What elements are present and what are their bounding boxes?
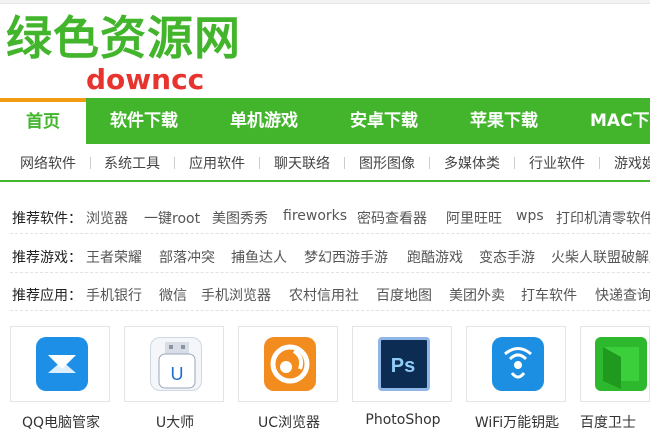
subnav-divider	[599, 157, 600, 169]
rec-link[interactable]: 一键root	[144, 208, 200, 228]
subnav-divider	[259, 157, 260, 169]
logo-title: 绿色资源网	[6, 11, 241, 65]
u-master-usb-icon: U	[150, 337, 202, 391]
site-logo[interactable]: 绿色资源网 downcc	[6, 10, 266, 98]
rec-link[interactable]: 浏览器	[86, 208, 128, 228]
app-name[interactable]: 百度卫士	[558, 412, 650, 432]
subnav-system-tools[interactable]: 系统工具	[104, 153, 160, 173]
baidu-guard-icon	[595, 337, 647, 391]
app-thumbnail[interactable]	[10, 326, 110, 402]
app-card-uc-browser[interactable]: UC浏览器	[238, 326, 340, 431]
rec-link[interactable]: 王者荣耀	[86, 247, 142, 267]
subnav-graphics[interactable]: 图形图像	[359, 153, 415, 173]
svg-text:Ps: Ps	[391, 355, 415, 377]
app-card-baidu-guard[interactable]: 百度卫士	[580, 326, 650, 431]
subnav-network-software[interactable]: 网络软件	[20, 153, 76, 173]
subnav-games-entertainment[interactable]: 游戏娱乐	[614, 153, 650, 173]
app-name[interactable]: UC浏览器	[228, 412, 350, 432]
recommend-software-label: 推荐软件：	[12, 211, 82, 227]
subnav-divider	[429, 157, 430, 169]
subnav-multimedia[interactable]: 多媒体类	[444, 153, 500, 173]
app-thumbnail[interactable]: U	[124, 326, 224, 402]
rec-link[interactable]: 打印机清零软件	[556, 208, 650, 228]
app-thumbnail[interactable]: Ps	[352, 326, 452, 402]
rec-link[interactable]: wps	[516, 208, 544, 224]
nav-android-download[interactable]: 安卓下载	[350, 98, 418, 144]
uc-browser-icon	[264, 337, 316, 391]
app-thumbnail[interactable]	[580, 326, 650, 402]
rec-link[interactable]: 美团外卖	[449, 285, 505, 305]
nav-single-games[interactable]: 单机游戏	[230, 98, 298, 144]
rec-link[interactable]: 部落冲突	[159, 247, 215, 267]
rec-link[interactable]: 跑酷游戏	[407, 247, 463, 267]
subnav-industry-software[interactable]: 行业软件	[529, 153, 585, 173]
svg-text:U: U	[171, 364, 184, 384]
subnav-divider	[514, 157, 515, 169]
app-thumbnail[interactable]	[238, 326, 338, 402]
category-subnav: 网络软件 系统工具 应用软件 聊天联络 图形图像 多媒体类 行业软件 游戏娱乐	[0, 144, 650, 182]
rec-link[interactable]: 打车软件	[521, 285, 577, 305]
subnav-divider	[90, 157, 91, 169]
wifi-key-icon	[492, 337, 544, 391]
subnav-application-software[interactable]: 应用软件	[189, 153, 245, 173]
rec-link[interactable]: 阿里旺旺	[446, 208, 502, 228]
nav-apple-download[interactable]: 苹果下载	[470, 98, 538, 144]
rec-link[interactable]: 火柴人联盟破解版	[551, 247, 650, 267]
app-card-u-master[interactable]: U U大师	[124, 326, 226, 431]
app-name[interactable]: U大师	[114, 412, 236, 432]
logo-subtitle: downcc	[86, 63, 205, 96]
app-name[interactable]: PhotoShop	[342, 412, 464, 428]
top-border	[0, 0, 650, 4]
rec-link[interactable]: 美图秀秀	[212, 208, 268, 228]
nav-home[interactable]: 首页	[0, 98, 86, 144]
main-nav: 首页 软件下载 单机游戏 安卓下载 苹果下载 MAC下载	[0, 98, 650, 144]
nav-software-download[interactable]: 软件下载	[110, 98, 178, 144]
recommend-games-row: 推荐游戏： 王者荣耀 部落冲突 捕鱼达人 梦幻西游手游 跑酷游戏 变态手游 火柴…	[10, 235, 650, 273]
rec-link[interactable]: fireworks	[283, 208, 347, 224]
subnav-divider	[174, 157, 175, 169]
app-card-qq-pc-manager[interactable]: QQ电脑管家	[10, 326, 112, 431]
rec-link[interactable]: 手机银行	[86, 285, 142, 305]
rec-link[interactable]: 捕鱼达人	[231, 247, 287, 267]
rec-link[interactable]: 密码查看器	[357, 208, 427, 228]
recommend-apps-label: 推荐应用：	[12, 288, 82, 304]
featured-apps: QQ电脑管家 U U大师 UC浏览器 Ps PhotoShop WiFi万能钥匙…	[0, 318, 650, 433]
recommend-games-label: 推荐游戏：	[12, 250, 82, 266]
rec-link[interactable]: 农村信用社	[289, 285, 359, 305]
app-card-photoshop[interactable]: Ps PhotoShop	[352, 326, 454, 428]
recommend-software-row: 推荐软件： 浏览器 一键root 美图秀秀 fireworks 密码查看器 阿里…	[10, 196, 650, 234]
rec-link[interactable]: 微信	[159, 285, 187, 305]
recommend-apps-row: 推荐应用： 手机银行 微信 手机浏览器 农村信用社 百度地图 美团外卖 打车软件…	[10, 273, 650, 311]
rec-link[interactable]: 快递查询	[595, 285, 650, 305]
app-name[interactable]: QQ电脑管家	[0, 412, 122, 432]
app-card-wifi-key[interactable]: WiFi万能钥匙	[466, 326, 568, 431]
photoshop-icon: Ps	[378, 337, 430, 391]
app-thumbnail[interactable]	[466, 326, 566, 402]
subnav-chat[interactable]: 聊天联络	[274, 153, 330, 173]
qq-pc-manager-icon	[36, 337, 88, 391]
rec-link[interactable]: 手机浏览器	[201, 285, 271, 305]
subnav-divider	[344, 157, 345, 169]
rec-link[interactable]: 百度地图	[376, 285, 432, 305]
rec-link[interactable]: 变态手游	[479, 247, 535, 267]
rec-link[interactable]: 梦幻西游手游	[304, 247, 388, 267]
nav-mac-download[interactable]: MAC下载	[590, 98, 650, 144]
